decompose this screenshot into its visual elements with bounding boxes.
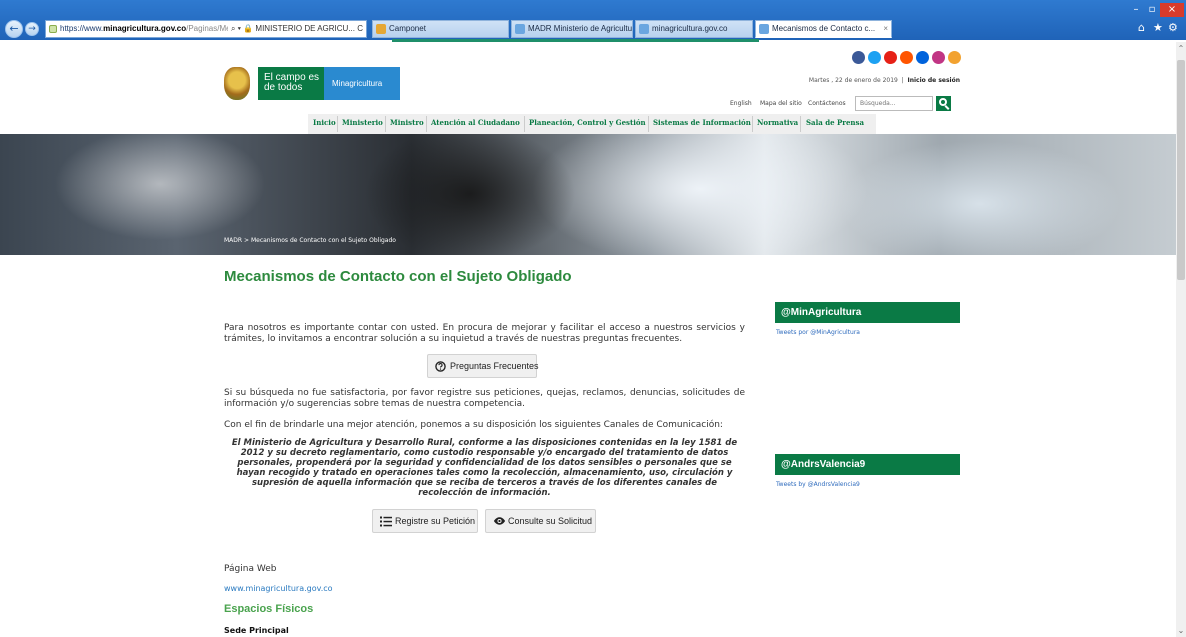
instagram-icon[interactable] — [932, 51, 945, 64]
consult-button-label: Consulte su Solicitud — [508, 516, 593, 526]
twitter-widget-andrsvalencia-link[interactable]: Tweets by @AndrsValencia9 — [776, 481, 860, 488]
consult-request-button[interactable]: Consulte su Solicitud — [485, 509, 596, 533]
menu-item-ministerio[interactable]: Ministerio — [342, 118, 383, 127]
twitter-widget-minagricultura-link[interactable]: Tweets por @MinAgricultura — [776, 329, 860, 336]
tab-close-icon[interactable]: × — [883, 21, 888, 37]
channels-text: Con el fin de brindarle una mejor atenci… — [224, 420, 723, 430]
search-fail-text: Si su búsqueda no fue satisfactoria, por… — [224, 388, 745, 409]
tab-minagricultura[interactable]: minagricultura.gov.co — [635, 20, 753, 38]
website-link[interactable]: www.minagricultura.gov.co — [224, 584, 333, 593]
register-button-label: Registre su Petición — [395, 516, 476, 526]
menu-separator — [385, 116, 386, 132]
contact-link[interactable]: Contáctenos — [808, 100, 846, 107]
tab-camponet[interactable]: Camponet — [372, 20, 509, 38]
breadcrumb: MADR > Mecanismos de Contacto con el Suj… — [224, 237, 396, 244]
search-button[interactable] — [936, 96, 951, 111]
flickr-icon[interactable] — [916, 51, 929, 64]
address-controls[interactable]: ⌕ ▾ 🔒 MINISTERIO DE AGRICU... C — [227, 21, 366, 37]
tab-favicon-icon — [639, 24, 649, 34]
rss-icon[interactable] — [948, 51, 961, 64]
tab-favicon-icon — [759, 24, 769, 34]
menu-item-inicio[interactable]: Inicio — [313, 118, 336, 127]
forward-button[interactable]: → — [25, 22, 39, 36]
soundcloud-icon[interactable] — [900, 51, 913, 64]
browser-chrome: ← → https://www.minagricultura.gov.co/Pa… — [0, 0, 1186, 40]
vertical-scrollbar[interactable]: ⌃ ⌄ — [1176, 42, 1186, 637]
arrow-right-icon: → — [28, 24, 36, 34]
facebook-icon[interactable] — [852, 51, 865, 64]
faq-button-label: Preguntas Frecuentes — [450, 361, 539, 371]
window-maximize-button[interactable]: ▫ — [1144, 3, 1160, 17]
menu-separator — [800, 116, 801, 132]
tab-label: minagricultura.gov.co — [652, 24, 728, 33]
tab-label: Camponet — [389, 24, 426, 33]
main-office-heading: Sede Principal — [224, 626, 289, 635]
tab-favicon-icon — [376, 24, 386, 34]
menu-separator — [524, 116, 525, 132]
address-host: minagricultura.gov.co — [103, 24, 187, 33]
youtube-icon[interactable] — [884, 51, 897, 64]
twitter-icon[interactable] — [868, 51, 881, 64]
menu-item-ministro[interactable]: Ministro — [390, 118, 424, 127]
menu-separator — [337, 116, 338, 132]
menu-item-planeacion[interactable]: Planeación, Control y Gestión — [529, 118, 646, 127]
breadcrumb-separator: > — [244, 237, 250, 244]
tab-mecanismos[interactable]: Mecanismos de Contacto c... × — [755, 20, 892, 38]
scroll-thumb[interactable] — [1177, 60, 1185, 280]
page-favicon-icon — [49, 25, 57, 33]
window-minimize-button[interactable]: – — [1128, 3, 1144, 17]
website-label: Página Web — [224, 564, 277, 574]
hero-banner — [0, 134, 1176, 255]
menu-separator — [752, 116, 753, 132]
menu-item-normativa[interactable]: Normativa — [757, 118, 798, 127]
tab-label: MADR Ministerio de Agricultur... — [528, 24, 633, 33]
search-input[interactable] — [855, 96, 933, 111]
question-circle-icon — [435, 361, 446, 372]
eye-icon — [493, 517, 506, 525]
menu-item-atencion[interactable]: Atención al Ciudadano — [431, 118, 520, 127]
breadcrumb-home[interactable]: MADR — [224, 237, 242, 244]
faq-button[interactable]: Preguntas Frecuentes — [427, 354, 539, 378]
tab-madr[interactable]: MADR Ministerio de Agricultur... — [511, 20, 633, 38]
page-title: Mecanismos de Contacto con el Sujeto Obl… — [224, 268, 572, 285]
home-icon[interactable]: ⌂ — [1138, 21, 1145, 34]
scroll-down-icon[interactable]: ⌄ — [1176, 626, 1186, 635]
menu-separator — [648, 116, 649, 132]
sitemap-link[interactable]: Mapa del sitio — [760, 100, 802, 107]
menu-item-sistemas[interactable]: Sistemas de Información — [653, 118, 751, 127]
twitter-widget-minagricultura-header[interactable]: @MinAgricultura — [775, 302, 960, 323]
favorites-icon[interactable]: ★ — [1153, 21, 1163, 34]
address-bar[interactable]: https://www.minagricultura.gov.co/Pagina… — [45, 20, 367, 38]
list-icon — [380, 516, 392, 527]
menu-item-sala-de-prensa[interactable]: Sala de Prensa — [806, 118, 864, 127]
back-button[interactable]: ← — [5, 20, 23, 38]
intro-text: Para nosotros es importante contar con u… — [224, 323, 745, 344]
coat-of-arms-icon[interactable] — [224, 67, 250, 100]
date-text: Martes , 22 de enero de 2019 — [808, 77, 898, 84]
window-close-button[interactable]: × — [1160, 3, 1184, 17]
logo-brand: Minagricultura — [332, 79, 383, 88]
breadcrumb-current: Mecanismos de Contacto con el Sujeto Obl… — [250, 237, 396, 244]
data-policy-text: El Ministerio de Agricultura y Desarroll… — [231, 438, 738, 498]
menu-separator — [426, 116, 427, 132]
login-link[interactable]: Inicio de sesión — [908, 77, 961, 84]
tab-favicon-icon — [515, 24, 525, 34]
twitter-widget-andrsvalencia-header[interactable]: @AndrsValencia9 — [775, 454, 960, 475]
date-login: Martes , 22 de enero de 2019 | Inicio de… — [808, 77, 961, 84]
tab-label: Mecanismos de Contacto c... — [772, 24, 876, 33]
arrow-left-icon: ← — [9, 22, 19, 35]
address-scheme: https://www. — [60, 24, 104, 33]
scroll-up-icon[interactable]: ⌃ — [1176, 44, 1186, 53]
english-link[interactable]: English — [730, 100, 752, 107]
web-page: El campo es de todos Minagricultura Mart… — [0, 42, 1176, 637]
physical-spaces-heading: Espacios Físicos — [224, 603, 314, 615]
gear-icon[interactable]: ⚙ — [1168, 21, 1178, 34]
logo-tagline: El campo es de todos — [264, 72, 320, 93]
register-petition-button[interactable]: Registre su Petición — [372, 509, 478, 533]
